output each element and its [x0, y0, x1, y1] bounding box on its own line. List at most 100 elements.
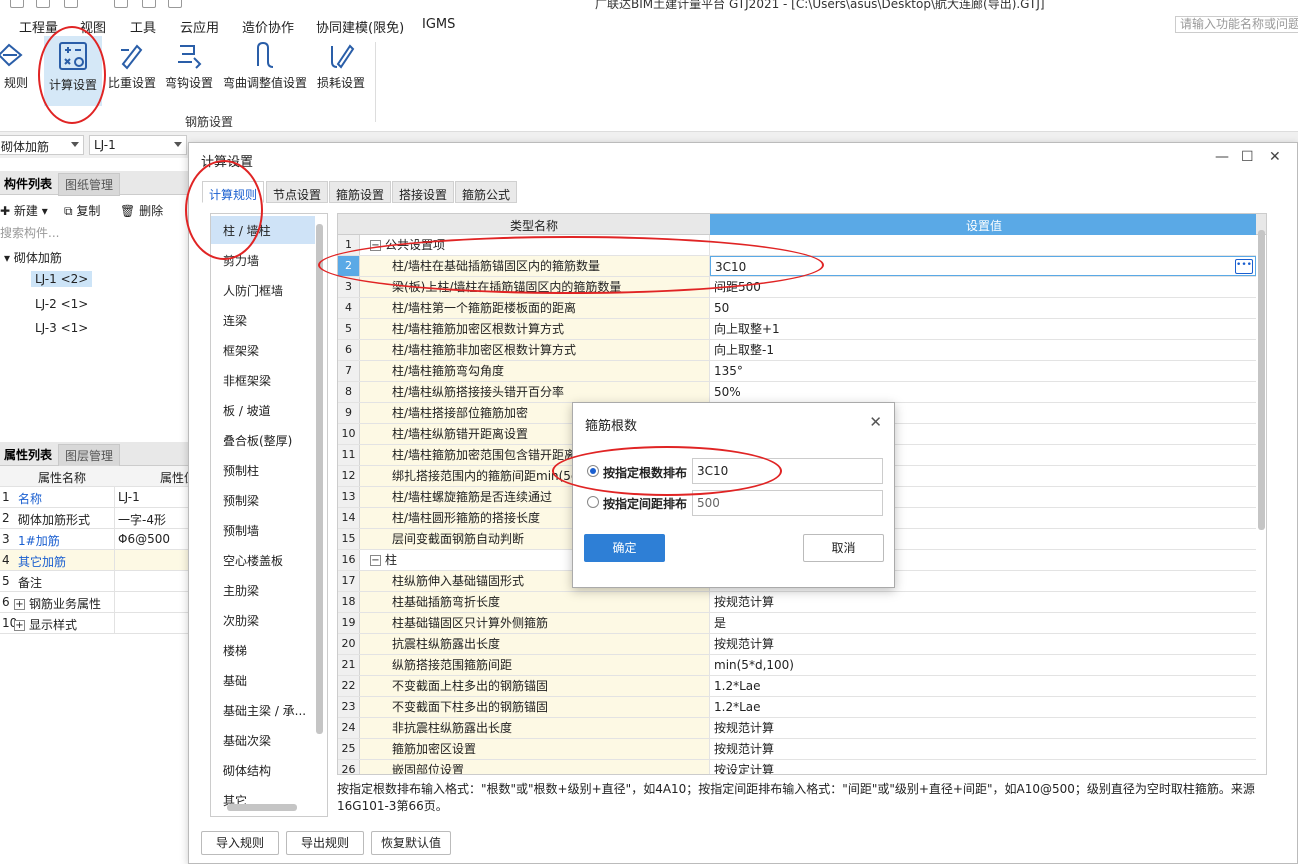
quick-edit-icon[interactable]	[114, 0, 128, 8]
category-item[interactable]: 基础主梁 / 承...	[211, 696, 315, 724]
property-row[interactable]: 4 其它加筋	[0, 550, 190, 571]
component-type-select[interactable]: 砌体加筋	[0, 135, 84, 155]
bend-adjust-button[interactable]: 弯曲调整值设置	[220, 36, 310, 106]
tab-property-list[interactable]: 属性列表	[0, 446, 56, 463]
radio-by-spacing[interactable]	[587, 496, 599, 508]
row-setting-value[interactable]: 间距500	[710, 277, 1256, 297]
row-setting-value[interactable]: 向上取整-1	[710, 340, 1256, 360]
new-component-button[interactable]: ✚ 新建 ▾	[0, 202, 48, 219]
row-setting-value[interactable]: 向上取整+1	[710, 319, 1256, 339]
delete-component-button[interactable]: 🗑 删除	[120, 202, 163, 219]
category-item[interactable]: 板 / 坡道	[211, 396, 315, 424]
tab-drawing-manage[interactable]: 图纸管理	[58, 173, 121, 196]
menu-collab-modeling[interactable]: 协同建模(限免)	[316, 17, 404, 36]
quick-save-icon[interactable]	[10, 0, 24, 8]
import-rules-button[interactable]: 导入规则	[201, 831, 279, 855]
menu-igms[interactable]: IGMS	[422, 17, 455, 32]
grid-row[interactable]: 25 箍筋加密区设置 按规范计算	[338, 739, 1256, 760]
tab-stirrup-formula[interactable]: 箍筋公式	[455, 181, 518, 203]
category-item[interactable]: 预制柱	[211, 456, 315, 484]
quick-view-icon[interactable]	[142, 0, 156, 8]
property-value[interactable]: Φ6@500	[118, 532, 170, 546]
restore-defaults-button[interactable]: 恢复默认值	[371, 831, 451, 855]
quick-layer-icon[interactable]	[168, 0, 182, 8]
quick-undo-icon[interactable]	[36, 0, 50, 8]
category-item[interactable]: 空心楼盖板	[211, 546, 315, 574]
minimize-icon[interactable]: —	[1215, 149, 1229, 165]
grid-row[interactable]: 24 非抗震柱纵筋露出长度 按规范计算	[338, 718, 1256, 739]
property-row[interactable]: 2 砌体加筋形式 一字-4形	[0, 508, 190, 529]
row-setting-value[interactable]: 1.2*Lae	[710, 676, 1256, 696]
row-setting-value[interactable]: min(5*d,100)	[710, 655, 1256, 675]
property-row[interactable]: 6 + 钢筋业务属性	[0, 592, 190, 613]
tree-item-lj3[interactable]: LJ-3 <1>	[35, 321, 88, 335]
grid-row[interactable]: 21 纵筋搭接范围箍筋间距 min(5*d,100)	[338, 655, 1256, 676]
ellipsis-button[interactable]: •••	[1235, 259, 1253, 274]
category-item[interactable]: 预制梁	[211, 486, 315, 514]
row-setting-value[interactable]: 50	[710, 298, 1256, 318]
tab-stirrup-settings[interactable]: 箍筋设置	[329, 181, 392, 203]
expand-icon[interactable]: +	[14, 599, 25, 610]
grid-scrollbar[interactable]	[1258, 230, 1265, 530]
category-item[interactable]: 基础次梁	[211, 726, 315, 754]
row-setting-value[interactable]: 按规范计算	[710, 634, 1256, 654]
collapse-icon[interactable]: −	[370, 555, 381, 566]
row-setting-value[interactable]: 50%	[710, 382, 1256, 402]
spacing-input[interactable]: 500	[692, 490, 883, 516]
row-setting-value[interactable]: 是	[710, 613, 1256, 633]
category-item[interactable]: 人防门框墙	[211, 276, 315, 304]
menu-cost-collab[interactable]: 造价协作	[242, 17, 294, 36]
property-value[interactable]: 一字-4形	[118, 511, 166, 528]
menu-cloud[interactable]: 云应用	[180, 17, 219, 36]
property-row[interactable]: 10 + 显示样式	[0, 613, 190, 634]
property-row[interactable]: 5 备注	[0, 571, 190, 592]
expand-icon[interactable]: +	[14, 620, 25, 631]
function-search-input[interactable]: 请输入功能名称或问题	[1175, 16, 1298, 33]
tab-layer-manage[interactable]: 图层管理	[58, 444, 121, 467]
property-value[interactable]: LJ-1	[118, 490, 140, 504]
grid-row[interactable]: 4 柱/墙柱第一个箍筋距楼板面的距离 50	[338, 298, 1256, 319]
tree-item-lj1[interactable]: LJ-1 <2>	[31, 271, 93, 287]
menu-quantity[interactable]: 工程量	[19, 17, 58, 36]
category-item[interactable]: 连梁	[211, 306, 315, 334]
grid-row[interactable]: 7 柱/墙柱箍筋弯勾角度 135°	[338, 361, 1256, 382]
cancel-button[interactable]: 取消	[803, 534, 884, 562]
category-hscrollbar[interactable]	[227, 804, 297, 811]
maximize-icon[interactable]: ☐	[1241, 149, 1254, 165]
close-icon[interactable]: ✕	[869, 413, 882, 431]
quick-redo-icon[interactable]	[64, 0, 78, 8]
grid-row[interactable]: 22 不变截面上柱多出的钢筋锚固 1.2*Lae	[338, 676, 1256, 697]
rules-button[interactable]: 规则	[0, 36, 30, 106]
tab-component-list[interactable]: 构件列表	[0, 175, 56, 192]
grid-row[interactable]: 23 不变截面下柱多出的钢筋锚固 1.2*Lae	[338, 697, 1256, 718]
component-search-input[interactable]: 搜索构件...	[0, 224, 59, 241]
category-item[interactable]: 叠合板(整厚)	[211, 426, 315, 454]
category-item[interactable]: 框架梁	[211, 336, 315, 364]
loss-settings-button[interactable]: 损耗设置	[314, 36, 368, 106]
category-item[interactable]: 次肋梁	[211, 606, 315, 634]
tree-item-lj2[interactable]: LJ-2 <1>	[35, 297, 88, 311]
component-name-select[interactable]: LJ-1	[89, 135, 187, 155]
row-setting-value[interactable]: 按规范计算	[710, 739, 1256, 759]
tab-lap-settings[interactable]: 搭接设置	[392, 181, 455, 203]
property-row[interactable]: 1 名称 LJ-1	[0, 487, 190, 508]
row-setting-value[interactable]: 按设定计算	[710, 760, 1256, 774]
tab-node-settings[interactable]: 节点设置	[266, 181, 329, 203]
grid-row[interactable]: 5 柱/墙柱箍筋加密区根数计算方式 向上取整+1	[338, 319, 1256, 340]
category-item[interactable]: 砌体结构	[211, 756, 315, 784]
row-setting-value[interactable]: 135°	[710, 361, 1256, 381]
category-item[interactable]: 非框架梁	[211, 366, 315, 394]
export-rules-button[interactable]: 导出规则	[286, 831, 364, 855]
category-item[interactable]: 预制墙	[211, 516, 315, 544]
grid-row[interactable]: 26 嵌固部位设置 按设定计算	[338, 760, 1256, 774]
menu-tools[interactable]: 工具	[130, 17, 156, 36]
row-setting-value[interactable]: 按规范计算	[710, 592, 1256, 612]
category-item[interactable]: 基础	[211, 666, 315, 694]
grid-row[interactable]: 8 柱/墙柱纵筋搭接接头错开百分率 50%	[338, 382, 1256, 403]
copy-component-button[interactable]: ⧉ 复制	[64, 202, 100, 219]
category-item[interactable]: 主肋梁	[211, 576, 315, 604]
category-item[interactable]: 楼梯	[211, 636, 315, 664]
grid-row[interactable]: 6 柱/墙柱箍筋非加密区根数计算方式 向上取整-1	[338, 340, 1256, 361]
grid-row[interactable]: 18 柱基础插筋弯折长度 按规范计算	[338, 592, 1256, 613]
tree-root-masonry-rebar[interactable]: ▾ 砌体加筋	[4, 249, 62, 266]
